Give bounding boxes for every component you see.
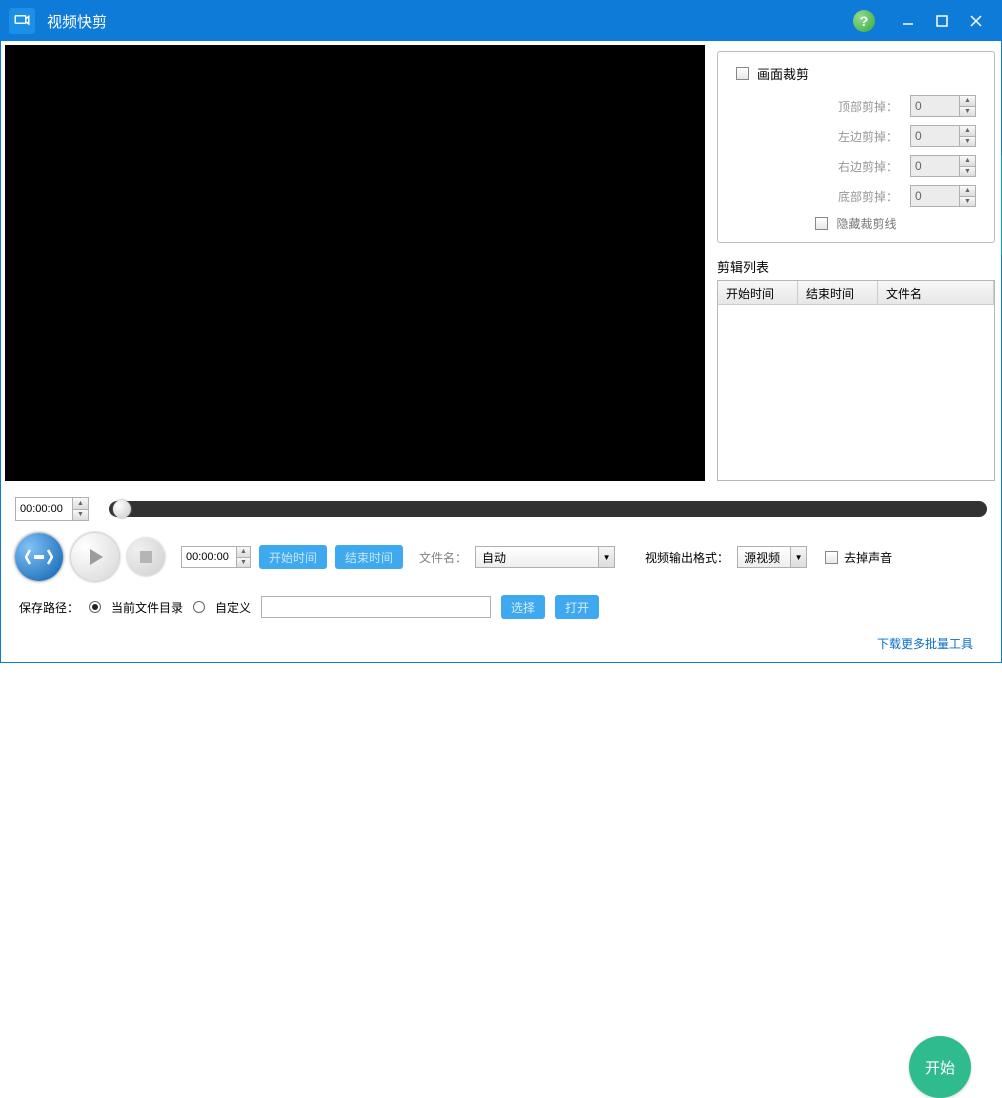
chevron-down-icon[interactable]: ▼ [790, 547, 806, 567]
current-time-spinner[interactable]: ▲▼ [15, 497, 89, 521]
crop-right-label: 右边剪掉： [838, 158, 898, 175]
crop-top-spinner[interactable]: ▲▼ [910, 95, 976, 117]
slider-thumb[interactable] [113, 500, 131, 518]
crop-right-spinner[interactable]: ▲▼ [910, 155, 976, 177]
save-path-input[interactable] [261, 596, 491, 618]
timeline-slider[interactable] [109, 501, 987, 517]
crop-bottom-label: 底部剪掉： [838, 188, 898, 205]
more-tools-link[interactable]: 下载更多批量工具 [877, 635, 973, 652]
crop-top-input[interactable] [911, 96, 959, 116]
hide-crop-line-label: 隐藏裁剪线 [836, 215, 896, 232]
edit-list-table[interactable]: 开始时间 结束时间 文件名 [717, 280, 995, 481]
minimize-button[interactable] [891, 1, 925, 41]
edit-list-title: 剪辑列表 [717, 257, 995, 276]
open-path-button[interactable]: 打开 [555, 595, 599, 619]
mark-range-button[interactable] [15, 533, 63, 581]
save-current-radio[interactable] [89, 601, 101, 613]
sidebar: 画面裁剪 顶部剪掉： ▲▼ 左边剪掉： ▲▼ 右边剪掉： [705, 45, 1001, 481]
set-start-time-button[interactable]: 开始时间 [259, 545, 327, 569]
up-icon[interactable]: ▲ [960, 156, 975, 167]
crop-right-input[interactable] [911, 156, 959, 176]
set-end-time-button[interactable]: 结束时间 [335, 545, 403, 569]
filename-combo[interactable]: 自动 ▼ [475, 546, 615, 568]
down-icon[interactable]: ▼ [960, 137, 975, 147]
down-icon[interactable]: ▼ [960, 167, 975, 177]
format-combo[interactable]: 源视频 ▼ [737, 546, 807, 568]
col-start-time[interactable]: 开始时间 [718, 281, 798, 304]
current-time-input[interactable] [16, 498, 72, 520]
crop-left-input[interactable] [911, 126, 959, 146]
hide-crop-line-checkbox[interactable] [815, 217, 828, 230]
select-path-button[interactable]: 选择 [501, 595, 545, 619]
table-header: 开始时间 结束时间 文件名 [718, 281, 994, 305]
up-icon[interactable]: ▲ [960, 96, 975, 107]
maximize-button[interactable] [925, 1, 959, 41]
mute-checkbox[interactable] [825, 551, 838, 564]
save-custom-label: 自定义 [215, 599, 251, 616]
col-end-time[interactable]: 结束时间 [798, 281, 878, 304]
save-path-label: 保存路径： [19, 599, 79, 616]
app-window: 视频快剪 ? 画面裁剪 顶部剪掉： ▲▼ [0, 0, 1002, 663]
titlebar: 视频快剪 ? [1, 1, 1001, 41]
crop-bottom-input[interactable] [911, 186, 959, 206]
format-value: 源视频 [738, 549, 790, 566]
col-filename[interactable]: 文件名 [878, 281, 994, 304]
play-button[interactable] [71, 533, 119, 581]
down-icon[interactable]: ▼ [73, 510, 88, 521]
lower-panel: ▲▼ ▲▼ 开始时间 [1, 481, 1001, 662]
start-button[interactable]: 开始 [909, 1036, 971, 1098]
save-custom-radio[interactable] [193, 601, 205, 613]
filename-value: 自动 [476, 549, 598, 566]
crop-panel: 画面裁剪 顶部剪掉： ▲▼ 左边剪掉： ▲▼ 右边剪掉： [717, 51, 995, 243]
content: 画面裁剪 顶部剪掉： ▲▼ 左边剪掉： ▲▼ 右边剪掉： [1, 41, 1001, 662]
stop-button[interactable] [127, 538, 165, 576]
close-button[interactable] [959, 1, 993, 41]
up-icon[interactable]: ▲ [237, 547, 250, 558]
crop-left-spinner[interactable]: ▲▼ [910, 125, 976, 147]
clip-time-spinner[interactable]: ▲▼ [181, 546, 251, 568]
down-icon[interactable]: ▼ [960, 197, 975, 207]
save-current-label: 当前文件目录 [111, 599, 183, 616]
save-row: 保存路径： 当前文件目录 自定义 选择 打开 [1, 581, 1001, 619]
clip-time-input[interactable] [182, 547, 236, 567]
filename-label: 文件名： [419, 549, 467, 566]
crop-title-label: 画面裁剪 [757, 64, 809, 83]
up-icon[interactable]: ▲ [73, 498, 88, 510]
timebar: ▲▼ [1, 481, 1001, 521]
chevron-down-icon[interactable]: ▼ [598, 547, 614, 567]
down-icon[interactable]: ▼ [237, 558, 250, 568]
up-icon[interactable]: ▲ [960, 126, 975, 137]
mute-label: 去掉声音 [844, 549, 892, 566]
down-icon[interactable]: ▼ [960, 107, 975, 117]
crop-top-label: 顶部剪掉： [838, 98, 898, 115]
app-icon [9, 8, 35, 34]
help-icon[interactable]: ? [853, 10, 875, 32]
crop-bottom-spinner[interactable]: ▲▼ [910, 185, 976, 207]
upper-panel: 画面裁剪 顶部剪掉： ▲▼ 左边剪掉： ▲▼ 右边剪掉： [1, 41, 1001, 481]
app-title: 视频快剪 [47, 11, 853, 32]
up-icon[interactable]: ▲ [960, 186, 975, 197]
controls-row: ▲▼ 开始时间 结束时间 文件名： 自动 ▼ 视频输出格式： 源视频 ▼ 去掉声… [1, 521, 1001, 581]
video-preview[interactable] [5, 45, 705, 481]
crop-left-label: 左边剪掉： [838, 128, 898, 145]
format-label: 视频输出格式： [645, 549, 729, 566]
crop-enable-checkbox[interactable] [736, 67, 749, 80]
